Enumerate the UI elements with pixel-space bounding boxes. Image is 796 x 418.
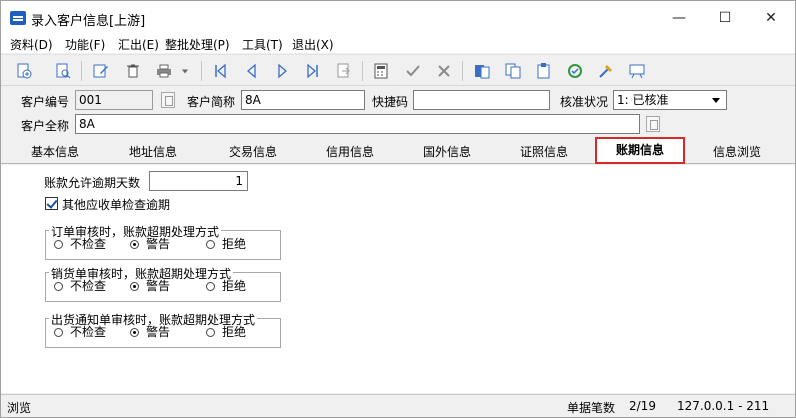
chevron-down-icon xyxy=(712,98,720,103)
toolbar-separator xyxy=(362,61,363,81)
toolbar-separator xyxy=(81,61,82,81)
menu-function[interactable]: 功能(F) xyxy=(65,36,105,53)
approval-status-select[interactable]: 1: 已核准 xyxy=(613,90,727,110)
order-reject-label: 拒绝 xyxy=(222,237,247,251)
server-address: 127.0.0.1 - 211 xyxy=(677,399,770,413)
tab-license-info[interactable]: 证照信息 xyxy=(498,143,590,163)
toolbar-separator xyxy=(462,61,463,81)
full-name-label: 客户全称 xyxy=(21,119,70,133)
customer-entry-window: 录入客户信息[上游] — ☐ ✕ 资料(D) 功能(F) 汇出(E) 整批处理(… xyxy=(0,0,796,418)
shipping-reject-label: 拒绝 xyxy=(222,325,247,339)
minimize-button[interactable]: — xyxy=(656,1,702,35)
other-receivable-label: 其他应收单检查逾期 xyxy=(62,198,171,212)
order-reject-radio[interactable] xyxy=(206,240,215,249)
toolbar-separator xyxy=(201,61,202,81)
find-icon[interactable] xyxy=(53,61,73,81)
calculator-icon[interactable] xyxy=(371,61,391,81)
menu-batch[interactable]: 整批处理(P) xyxy=(165,36,230,53)
sales-review-groupbox: 销货单审核时，账款超期处理方式 不检查 警告 拒绝 xyxy=(45,265,281,302)
record-count-value: 2/19 xyxy=(629,399,656,413)
confirm-icon[interactable] xyxy=(403,61,423,81)
other-receivable-checkbox[interactable] xyxy=(45,197,58,210)
tab-foreign-info[interactable]: 国外信息 xyxy=(401,143,493,163)
tab-trade-info[interactable]: 交易信息 xyxy=(207,143,299,163)
tab-credit-info[interactable]: 信用信息 xyxy=(304,143,396,163)
shipping-no-check-radio[interactable] xyxy=(54,328,63,337)
shipping-warn-label: 警告 xyxy=(146,325,171,339)
tab-payment-term-info[interactable]: 账期信息 xyxy=(595,137,685,164)
tab-basic-info[interactable]: 基本信息 xyxy=(9,143,101,163)
menu-tools[interactable]: 工具(T) xyxy=(242,36,283,53)
prev-record-icon[interactable] xyxy=(241,61,261,81)
last-record-icon[interactable] xyxy=(303,61,323,81)
approval-status-label: 核准状况 xyxy=(560,95,609,109)
help-icon[interactable] xyxy=(627,61,647,81)
payment-term-panel: 账款允许逾期天数 1 其他应收单检查逾期 订单审核时，账款超期处理方式 不检查 … xyxy=(1,165,795,393)
edit-icon[interactable] xyxy=(91,61,111,81)
title-bar: 录入客户信息[上游] — ☐ ✕ xyxy=(1,1,795,35)
record-count-label: 单据笔数 xyxy=(567,401,616,415)
approval-status-value: 1: 已核准 xyxy=(617,93,669,107)
sales-no-check-radio[interactable] xyxy=(54,282,63,291)
menu-data[interactable]: 资料(D) xyxy=(10,36,53,53)
sales-no-check-label: 不检查 xyxy=(70,279,107,293)
status-bar: 浏览 单据笔数 2/19 127.0.0.1 - 211 xyxy=(1,394,795,417)
menu-export[interactable]: 汇出(E) xyxy=(118,36,159,53)
new-record-icon[interactable] xyxy=(14,61,34,81)
short-name-label: 客户简称 xyxy=(187,95,236,109)
menu-bar: 资料(D) 功能(F) 汇出(E) 整批处理(P) 工具(T) 退出(X) xyxy=(1,35,795,53)
maximize-button[interactable]: ☐ xyxy=(702,1,748,35)
window-title: 录入客户信息[上游] xyxy=(31,14,146,29)
tools-icon[interactable] xyxy=(596,61,616,81)
customer-code-field[interactable]: 001 xyxy=(75,90,153,110)
tab-address-info[interactable]: 地址信息 xyxy=(107,143,199,163)
order-warn-radio[interactable] xyxy=(130,240,139,249)
full-name-field[interactable]: 8A xyxy=(75,114,640,134)
order-review-groupbox: 订单审核时，账款超期处理方式 不检查 警告 拒绝 xyxy=(45,223,281,260)
sales-warn-label: 警告 xyxy=(146,279,171,293)
next-record-icon[interactable] xyxy=(273,61,293,81)
customer-code-label: 客户编号 xyxy=(21,95,70,109)
status-mode: 浏览 xyxy=(7,401,32,415)
short-name-field[interactable]: 8A xyxy=(241,90,365,110)
order-no-check-label: 不检查 xyxy=(70,237,107,251)
report-icon[interactable] xyxy=(472,61,492,81)
sales-reject-label: 拒绝 xyxy=(222,279,247,293)
copy-icon[interactable] xyxy=(503,61,523,81)
paste-icon[interactable] xyxy=(534,61,554,81)
order-no-check-radio[interactable] xyxy=(54,240,63,249)
delete-icon[interactable] xyxy=(123,61,143,81)
tab-bar: 基本信息 地址信息 交易信息 信用信息 国外信息 证照信息 账期信息 信息浏览 xyxy=(1,137,795,164)
sales-reject-radio[interactable] xyxy=(206,282,215,291)
order-warn-label: 警告 xyxy=(146,237,171,251)
shipping-warn-radio[interactable] xyxy=(130,328,139,337)
goto-icon[interactable] xyxy=(334,61,354,81)
quick-code-field[interactable] xyxy=(413,90,550,110)
shipping-reject-radio[interactable] xyxy=(206,328,215,337)
shipping-notice-review-groupbox: 出货通知单审核时，账款超期处理方式 不检查 警告 拒绝 xyxy=(45,311,281,348)
overdue-days-label: 账款允许逾期天数 xyxy=(44,176,141,190)
tab-info-browse[interactable]: 信息浏览 xyxy=(691,143,783,163)
toolbar xyxy=(1,54,795,86)
app-icon xyxy=(10,11,26,25)
customer-code-lookup-button[interactable] xyxy=(161,92,175,108)
menu-exit[interactable]: 退出(X) xyxy=(292,36,334,53)
print-icon[interactable] xyxy=(154,61,174,81)
shipping-no-check-label: 不检查 xyxy=(70,325,107,339)
refresh-icon[interactable] xyxy=(565,61,585,81)
close-button[interactable]: ✕ xyxy=(748,1,794,35)
first-record-icon[interactable] xyxy=(210,61,230,81)
quick-code-label: 快捷码 xyxy=(372,95,409,109)
full-name-lookup-button[interactable] xyxy=(646,116,660,132)
overdue-days-field[interactable]: 1 xyxy=(149,171,248,191)
sales-warn-radio[interactable] xyxy=(130,282,139,291)
print-dropdown-icon[interactable] xyxy=(178,61,192,81)
cancel-icon[interactable] xyxy=(434,61,454,81)
